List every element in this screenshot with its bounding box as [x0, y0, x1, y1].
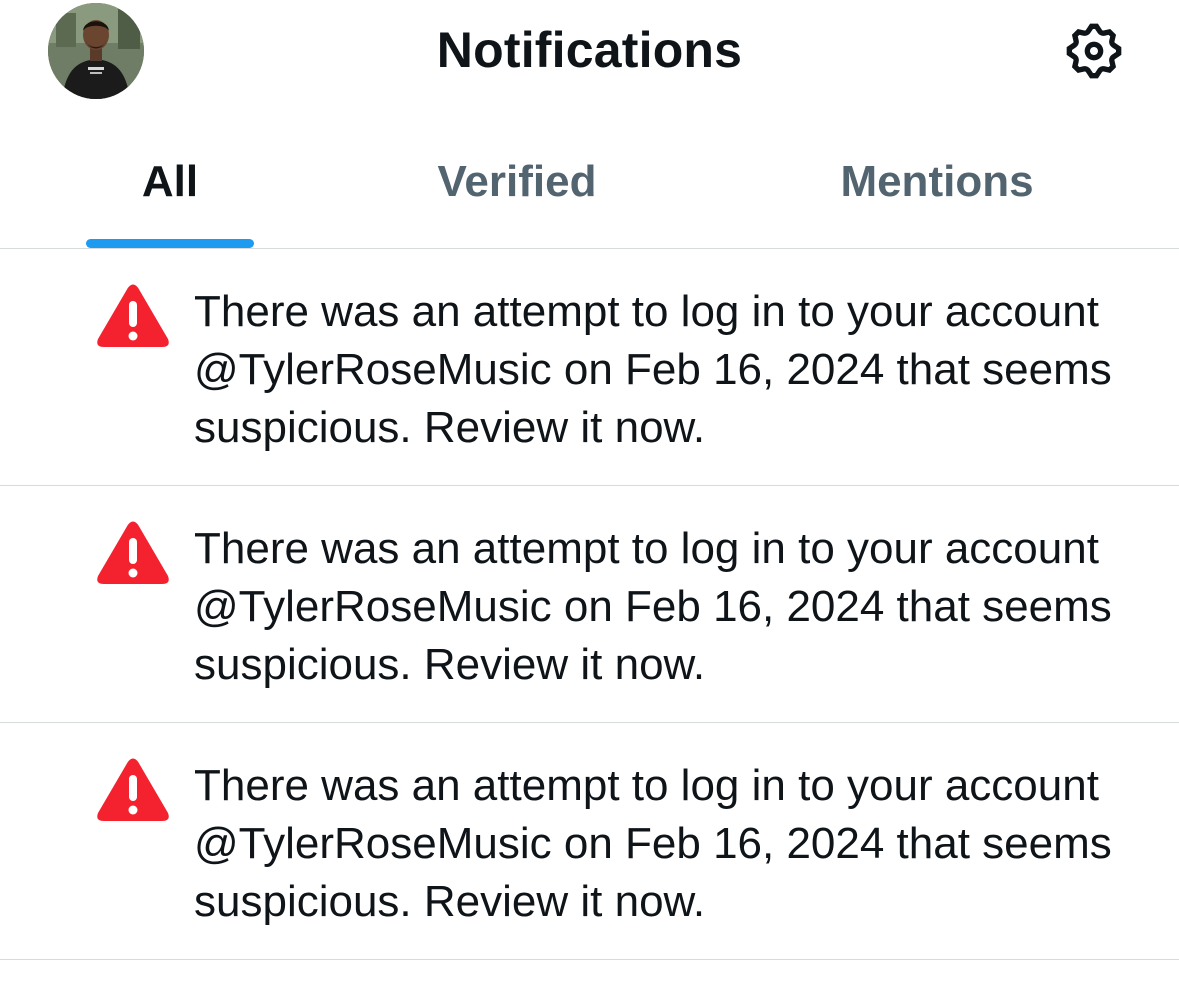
notification-item[interactable]: There was an attempt to log in to your a…: [0, 249, 1179, 486]
tab-label: All: [141, 157, 199, 206]
active-tab-indicator: [86, 239, 254, 248]
tab-label: Verified: [437, 157, 597, 206]
notification-tabs: All Verified Mentions: [0, 110, 1179, 249]
page-title: Notifications: [436, 22, 743, 78]
top-bar: Notifications: [0, 0, 1179, 110]
warning-icon: [97, 284, 169, 347]
notification-item[interactable]: There was an attempt to log in to your a…: [0, 486, 1179, 723]
warning-icon: [97, 521, 169, 584]
tab-label: Mentions: [840, 157, 1034, 206]
tab-all[interactable]: All: [86, 110, 254, 248]
settings-button[interactable]: [1058, 18, 1130, 84]
tab-mentions[interactable]: Mentions: [820, 110, 1054, 248]
notification-text: There was an attempt to log in to your a…: [194, 761, 1112, 926]
notification-text: There was an attempt to log in to your a…: [194, 524, 1112, 689]
gear-icon: [1066, 23, 1122, 79]
warning-icon: [97, 758, 169, 821]
notification-text: There was an attempt to log in to your a…: [194, 287, 1112, 452]
tab-verified[interactable]: Verified: [400, 110, 634, 248]
notification-item[interactable]: There was an attempt to log in to your a…: [0, 723, 1179, 960]
